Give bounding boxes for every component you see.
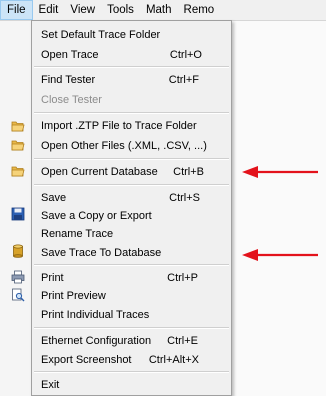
- menu-item-label: Open Other Files (.XML, .CSV, ...): [41, 140, 207, 152]
- open-current-database-item[interactable]: Open Current Database Ctrl+B: [32, 163, 231, 183]
- printer-icon: [11, 270, 25, 284]
- export-screenshot-item[interactable]: Export Screenshot Ctrl+Alt+X: [32, 351, 231, 371]
- menu-remote[interactable]: Remo: [178, 0, 221, 20]
- menu-separator: [34, 371, 229, 373]
- save-item[interactable]: Save Ctrl+S: [32, 189, 231, 209]
- folder-icon: [11, 121, 25, 132]
- shortcut-label: Ctrl+Alt+X: [148, 354, 199, 366]
- find-tester-item[interactable]: Find Tester Ctrl+F: [32, 71, 231, 91]
- open-trace-item[interactable]: Open Trace Ctrl+O: [32, 46, 231, 66]
- print-preview-icon: [12, 288, 25, 302]
- menu-item-label: Export Screenshot: [41, 354, 132, 366]
- menu-item-label: Print: [41, 272, 64, 284]
- floppy-disk-icon: [11, 207, 25, 221]
- menu-math[interactable]: Math: [140, 0, 178, 20]
- menu-item-label: Print Preview: [41, 290, 106, 302]
- menu-view[interactable]: View: [64, 0, 101, 20]
- menu-separator: [34, 66, 229, 68]
- menu-item-label: Import .ZTP File to Trace Folder: [41, 120, 197, 132]
- arrow-icon: [242, 166, 318, 178]
- menu-separator: [34, 327, 229, 329]
- shortcut-label: Ctrl+F: [168, 74, 199, 86]
- menu-separator: [34, 184, 229, 186]
- menu-separator: [34, 158, 229, 160]
- menu-item-label: Open Current Database: [41, 166, 158, 178]
- shortcut-label: Ctrl+B: [173, 166, 204, 178]
- menu-edit[interactable]: Edit: [33, 0, 65, 20]
- right-background: [232, 21, 326, 396]
- rename-trace-item[interactable]: Rename Trace: [32, 225, 231, 245]
- menu-item-label: Open Trace: [41, 49, 99, 61]
- arrow-icon: [242, 249, 318, 261]
- import-ztp-item[interactable]: Import .ZTP File to Trace Folder: [32, 117, 231, 137]
- menu-file[interactable]: File: [0, 0, 33, 20]
- set-default-trace-folder-item[interactable]: Set Default Trace Folder: [32, 26, 231, 46]
- open-other-files-item[interactable]: Open Other Files (.XML, .CSV, ...): [32, 137, 231, 157]
- menu-item-label: Save: [41, 192, 67, 204]
- save-trace-to-database-item[interactable]: Save Trace To Database: [32, 244, 231, 264]
- save-copy-or-export-item[interactable]: Save a Copy or Export: [32, 207, 231, 227]
- menu-item-label: Print Individual Traces: [41, 309, 150, 321]
- folder-icon: [11, 166, 25, 177]
- shortcut-label: Ctrl+E: [167, 335, 198, 347]
- exit-item[interactable]: Exit: [32, 376, 231, 396]
- menu-item-label: Save Trace To Database: [41, 247, 162, 259]
- menu-item-label: Ethernet Configuration: [41, 335, 152, 347]
- menu-item-label: Exit: [41, 379, 60, 391]
- print-individual-traces-item[interactable]: Print Individual Traces: [32, 306, 231, 326]
- shortcut-label: Ctrl+P: [167, 272, 198, 284]
- folder-icon: [11, 140, 25, 151]
- shortcut-label: Ctrl+O: [169, 49, 202, 61]
- print-preview-item[interactable]: Print Preview: [32, 287, 231, 307]
- menu-item-label: Close Tester: [41, 94, 102, 106]
- close-tester-item[interactable]: Close Tester: [32, 91, 231, 111]
- menu-separator: [34, 264, 229, 266]
- ethernet-configuration-item[interactable]: Ethernet Configuration Ctrl+E: [32, 332, 231, 352]
- database-icon: [13, 244, 23, 258]
- menu-item-label: Set Default Trace Folder: [41, 29, 161, 41]
- menu-tools[interactable]: Tools: [101, 0, 140, 20]
- menu-separator: [34, 112, 229, 114]
- print-item[interactable]: Print Ctrl+P: [32, 269, 231, 289]
- menu-item-label: Save a Copy or Export: [41, 210, 152, 222]
- menubar: File Edit View Tools Math Remo: [0, 0, 326, 21]
- menu-item-label: Rename Trace: [41, 228, 114, 240]
- file-menu-dropdown: Set Default Trace Folder Open Trace Ctrl…: [31, 20, 232, 396]
- menu-item-label: Find Tester: [41, 74, 96, 86]
- shortcut-label: Ctrl+S: [169, 192, 200, 204]
